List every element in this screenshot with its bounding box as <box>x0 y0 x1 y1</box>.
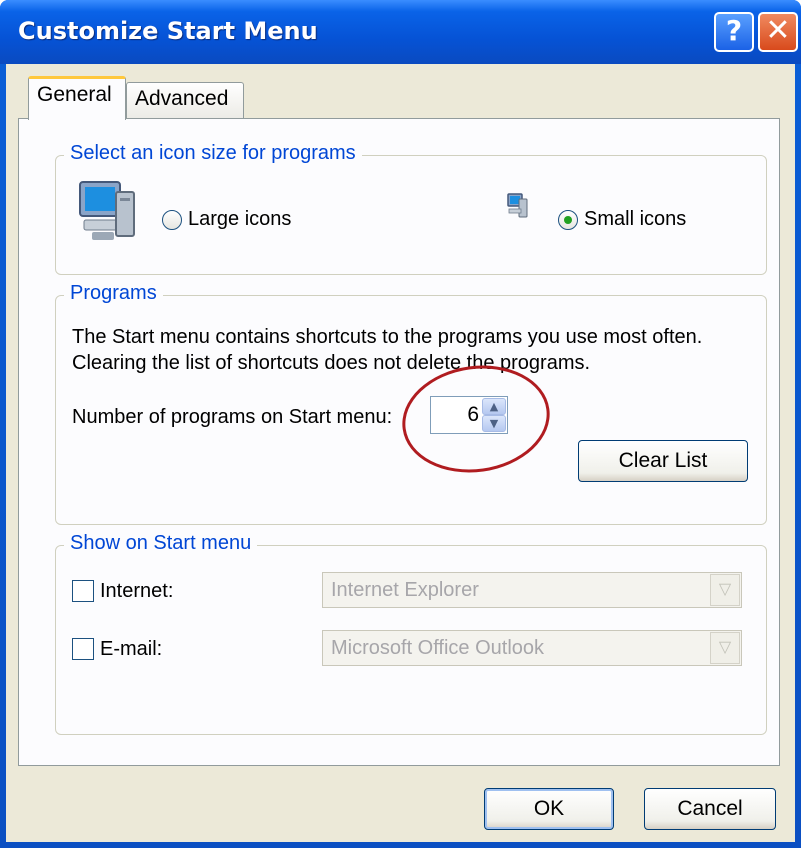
computer-large-icon <box>79 181 135 240</box>
dropdown-arrow-icon: ▽ <box>710 574 740 606</box>
show-on-start-legend: Show on Start menu <box>64 532 258 555</box>
close-button[interactable]: ✕ <box>758 12 798 52</box>
email-label: E-mail: <box>100 638 163 660</box>
clear-list-button[interactable]: Clear List <box>578 440 748 482</box>
icon-size-legend: Select an icon size for programs <box>64 142 362 165</box>
programs-legend: Programs <box>64 282 163 305</box>
tab-panel-general: Select an icon size for programs Large i… <box>18 118 780 766</box>
internet-select: Internet Explorer ▽ <box>322 572 742 608</box>
dialog-window: Customize Start Menu ? ✕ General Advance… <box>0 0 801 848</box>
large-icons-label: Large icons <box>188 208 292 230</box>
tab-advanced[interactable]: Advanced <box>126 82 244 118</box>
email-select-value: Microsoft Office Outlook <box>331 637 545 659</box>
dialog-body: General Advanced Select an icon size for… <box>6 64 795 842</box>
window-title: Customize Start Menu <box>18 17 318 45</box>
cancel-button[interactable]: Cancel <box>644 788 776 830</box>
title-bar[interactable]: Customize Start Menu ? ✕ <box>0 0 801 64</box>
small-icons-radio[interactable] <box>558 210 578 230</box>
internet-label: Internet: <box>100 580 174 602</box>
ok-button[interactable]: OK <box>484 788 614 830</box>
internet-checkbox[interactable] <box>72 580 94 602</box>
icon-size-group: Select an icon size for programs Large i… <box>55 142 767 275</box>
dropdown-arrow-icon: ▽ <box>710 632 740 664</box>
tab-general[interactable]: General <box>28 76 126 120</box>
computer-small-icon <box>507 193 528 218</box>
help-button[interactable]: ? <box>714 12 754 52</box>
email-checkbox[interactable] <box>72 638 94 660</box>
program-count-label: Number of programs on Start menu: <box>72 406 393 428</box>
internet-select-value: Internet Explorer <box>331 579 479 601</box>
show-on-start-group: Show on Start menu Internet: Internet Ex… <box>55 532 767 735</box>
programs-description-line1: The Start menu contains shortcuts to the… <box>72 326 703 348</box>
email-select: Microsoft Office Outlook ▽ <box>322 630 742 666</box>
large-icons-radio[interactable] <box>162 210 182 230</box>
small-icons-label: Small icons <box>584 208 687 230</box>
